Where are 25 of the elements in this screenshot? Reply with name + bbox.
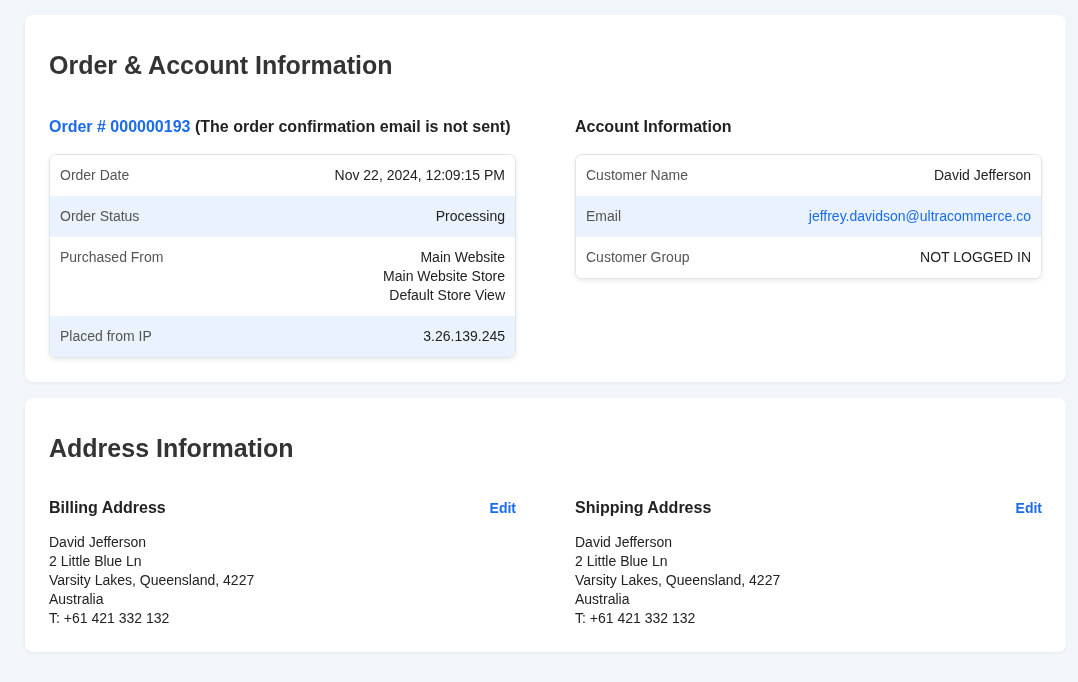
row-label: Email [586,207,621,226]
edit-link[interactable]: Edit [1015,500,1042,516]
row-label: Placed from IP [60,327,152,346]
row-label: Customer Name [586,166,688,185]
row-label: Purchased From [60,248,164,267]
order-heading: Order # 000000193 (The order confirmation email is not sent) [49,117,512,137]
edit-link[interactable]: Edit [489,500,516,516]
row-label: Customer Group [586,248,690,267]
row-value: Main Website Main Website Store Default Store View [383,248,505,305]
email-link[interactable]: jeffrey.davidson@ultracommerce.co [808,207,1031,226]
section-title: Order & Account Information [49,51,394,80]
section-title: Address Information [49,434,295,463]
address-text: David Jefferson 2 Little Blue Ln Varsity Lakes, Queensland, 4227 Australia T: +61 421 332 132 [575,533,782,628]
account-heading: Account Information [575,117,733,137]
row-value: David Jefferson [934,166,1031,185]
address-heading: Shipping Address [575,499,712,517]
order-link[interactable]: Order # 000000193 [49,118,191,135]
address-text: David Jefferson 2 Little Blue Ln Varsity Lakes, Queensland, 4227 Australia T: +61 421 332 132 [49,533,256,628]
row-value: Nov 22, 2024, 12:09:15 PM [334,166,505,185]
row-value: NOT LOGGED IN [920,248,1031,267]
row-value: Processing [435,207,505,226]
address-heading: Billing Address [49,499,166,517]
row-value: 3.26.139.245 [423,327,505,346]
row-label: Order Status [60,207,140,226]
row-label: Order Date [60,166,130,185]
